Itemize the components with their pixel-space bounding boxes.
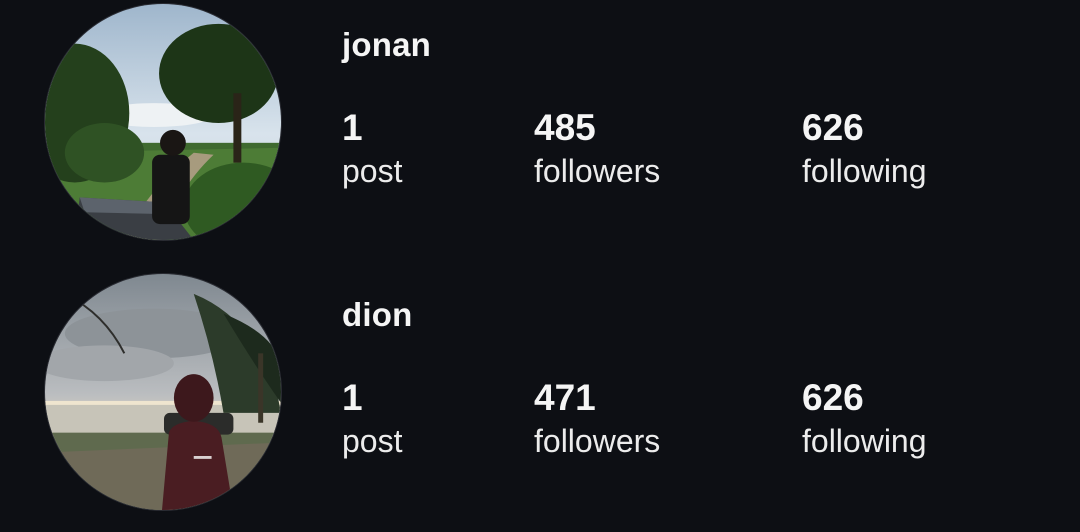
stat-followers[interactable]: 485 followers	[534, 108, 660, 194]
username[interactable]: dion	[342, 296, 412, 334]
following-count: 626	[802, 377, 864, 418]
avatar-photo	[45, 4, 281, 240]
posts-label: post	[342, 423, 403, 459]
followers-label: followers	[534, 153, 661, 189]
stat-posts[interactable]: 1 post	[342, 108, 402, 194]
stat-followers[interactable]: 471 followers	[534, 378, 660, 464]
profile-card-dion: dion 1 post 471 followers 626 following	[0, 270, 1080, 532]
avatar-photo	[45, 274, 281, 510]
following-label: following	[802, 423, 927, 459]
posts-label: post	[342, 153, 403, 189]
followers-label: followers	[534, 423, 661, 459]
username[interactable]: jonan	[342, 26, 431, 64]
stat-posts[interactable]: 1 post	[342, 378, 402, 464]
avatar[interactable]	[44, 3, 282, 241]
profile-card-jonan: jonan 1 post 485 followers 626 following	[0, 0, 1080, 262]
stat-following[interactable]: 626 following	[802, 108, 927, 194]
followers-count: 471	[534, 377, 596, 418]
followers-count: 485	[534, 107, 596, 148]
following-label: following	[802, 153, 927, 189]
stat-following[interactable]: 626 following	[802, 378, 927, 464]
posts-count: 1	[342, 377, 363, 418]
following-count: 626	[802, 107, 864, 148]
posts-count: 1	[342, 107, 363, 148]
avatar[interactable]	[44, 273, 282, 511]
